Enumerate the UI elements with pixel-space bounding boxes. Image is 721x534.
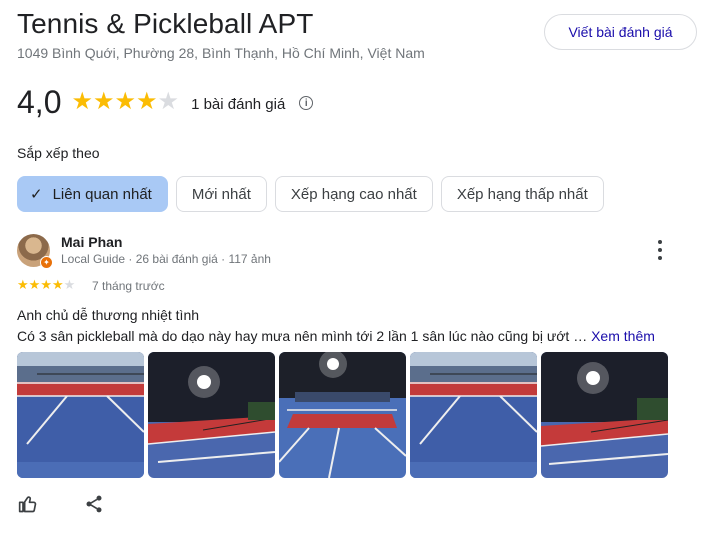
sort-chip-label: Mới nhất xyxy=(191,185,251,203)
thumb-up-icon[interactable] xyxy=(17,493,39,515)
sort-chip-highest[interactable]: Xếp hạng cao nhất xyxy=(274,176,433,212)
reviewer-name[interactable]: Mai Phan xyxy=(61,234,122,250)
review-count: 1 bài đánh giá xyxy=(191,95,286,113)
rating-value: 4,0 xyxy=(17,83,62,120)
local-guide-badge-icon: ✦ xyxy=(40,256,53,269)
review-line: Có 3 sân pickleball mà do dạo này hay mư… xyxy=(17,326,707,347)
write-review-button[interactable]: Viết bài đánh giá xyxy=(544,14,697,50)
sort-chip-relevant[interactable]: ✓ Liên quan nhất xyxy=(17,176,168,212)
review-photos xyxy=(17,352,668,478)
avatar[interactable]: ✦ xyxy=(17,234,53,269)
star-icon: ★ xyxy=(40,277,52,292)
check-icon: ✓ xyxy=(30,186,43,203)
star-empty-icon: ★ xyxy=(157,88,180,115)
rating-stars: ★ ★ ★ ★ ★ xyxy=(71,90,179,114)
star-icon: ★ xyxy=(136,88,158,115)
info-icon[interactable]: i xyxy=(299,96,314,110)
place-address: 1049 Bình Quới, Phường 28, Bình Thạnh, H… xyxy=(17,45,425,61)
review-text: Anh chủ dễ thương nhiệt tình Có 3 sân pi… xyxy=(17,305,707,347)
star-icon: ★ xyxy=(51,277,64,292)
sort-chip-label: Xếp hạng thấp nhất xyxy=(456,185,588,203)
star-icon: ★ xyxy=(28,277,41,292)
star-icon: ★ xyxy=(93,88,115,115)
star-empty-icon: ★ xyxy=(63,277,76,292)
review-line-text: Có 3 sân pickleball mà do dạo này hay mư… xyxy=(17,328,588,344)
place-title: Tennis & Pickleball APT xyxy=(17,8,314,39)
rating-summary: 4,0 ★ ★ ★ ★ ★ 1 bài đánh giá i xyxy=(17,82,314,122)
sort-chip-label: Liên quan nhất xyxy=(52,185,152,203)
see-more-link[interactable]: Xem thêm xyxy=(591,328,655,344)
review-time: 7 tháng trước xyxy=(92,279,165,293)
review-photo[interactable] xyxy=(17,352,144,478)
reviewer-meta: Local Guide · 26 bài đánh giá · 117 ảnh xyxy=(61,252,271,266)
sort-chips: ✓ Liên quan nhất Mới nhất Xếp hạng cao n… xyxy=(17,176,604,212)
sort-chip-newest[interactable]: Mới nhất xyxy=(175,176,267,212)
review-photo[interactable] xyxy=(541,352,668,478)
sort-chip-label: Xếp hạng cao nhất xyxy=(290,185,417,203)
review-photo[interactable] xyxy=(279,352,406,478)
star-icon: ★ xyxy=(71,88,93,115)
review-line: Anh chủ dễ thương nhiệt tình xyxy=(17,307,200,323)
star-icon: ★ xyxy=(17,277,29,292)
review-stars: ★ ★ ★ ★ ★ xyxy=(17,278,75,291)
review-photo[interactable] xyxy=(410,352,537,478)
sort-label: Sắp xếp theo xyxy=(17,145,100,161)
more-vert-icon[interactable] xyxy=(652,240,668,260)
review-actions xyxy=(17,493,105,515)
sort-chip-lowest[interactable]: Xếp hạng thấp nhất xyxy=(440,176,604,212)
share-icon[interactable] xyxy=(83,493,105,515)
review-photo[interactable] xyxy=(148,352,275,478)
star-icon: ★ xyxy=(114,88,137,115)
